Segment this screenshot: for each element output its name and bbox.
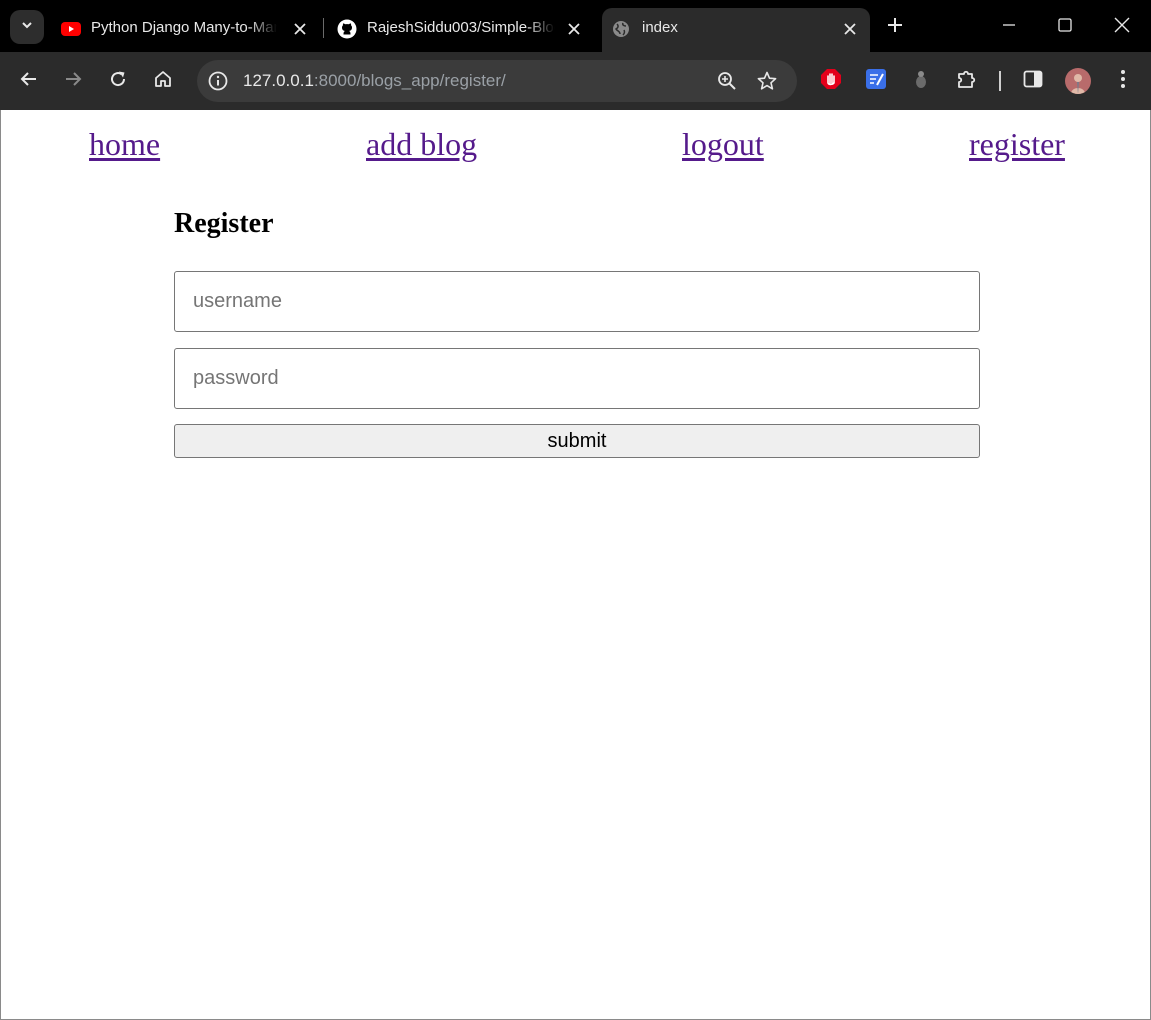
side-panel-icon xyxy=(1023,69,1043,94)
github-icon xyxy=(336,18,358,40)
puzzle-icon xyxy=(956,68,978,95)
url-host: 127.0.0.1 xyxy=(243,71,314,90)
maximize-button[interactable] xyxy=(1050,12,1080,42)
reload-button[interactable] xyxy=(103,66,133,96)
reload-icon xyxy=(109,70,127,93)
home-button[interactable] xyxy=(148,66,178,96)
tab-title: index xyxy=(642,19,678,36)
zoom-icon[interactable] xyxy=(715,69,739,93)
tab-title: Python Django Many-to-Many xyxy=(91,19,277,36)
url-path: :8000/blogs_app/register/ xyxy=(313,71,506,90)
browser-tab-active[interactable]: index xyxy=(602,8,870,52)
side-panel-button[interactable] xyxy=(1020,68,1046,94)
submit-button[interactable]: submit xyxy=(174,424,980,458)
tab-divider xyxy=(323,18,324,38)
nav-link-logout[interactable]: logout xyxy=(682,126,764,163)
browser-tab-youtube[interactable]: Python Django Many-to-Many xyxy=(52,8,320,52)
forward-button[interactable] xyxy=(58,66,88,96)
avatar[interactable] xyxy=(1065,68,1091,94)
stop-hand-icon xyxy=(820,68,842,95)
username-input[interactable] xyxy=(174,271,980,332)
browser-toolbar: 127.0.0.1:8000/blogs_app/register/ xyxy=(0,52,1151,110)
docs-extension-button[interactable] xyxy=(863,68,889,94)
nav-link-register[interactable]: register xyxy=(969,126,1065,163)
close-icon xyxy=(1114,17,1130,38)
page-content: home add blog logout register Register s… xyxy=(0,110,1151,1020)
password-input[interactable] xyxy=(174,348,980,409)
close-icon[interactable] xyxy=(840,19,860,39)
plus-icon xyxy=(887,17,903,38)
arrow-left-icon xyxy=(20,70,38,93)
minimize-button[interactable] xyxy=(994,12,1024,42)
browser-tab-github[interactable]: RajeshSiddu003/Simple-Blog xyxy=(328,8,594,52)
back-button[interactable] xyxy=(14,66,44,96)
document-edit-icon xyxy=(865,68,887,95)
more-vertical-icon xyxy=(1120,69,1126,94)
minimize-icon xyxy=(1002,18,1016,37)
tab-title: RajeshSiddu003/Simple-Blog xyxy=(367,19,555,36)
browser-menu-button[interactable] xyxy=(1110,68,1136,94)
home-icon xyxy=(154,70,172,93)
extensions-menu-button[interactable] xyxy=(954,68,980,94)
url-text[interactable]: 127.0.0.1:8000/blogs_app/register/ xyxy=(243,71,506,91)
tab-strip: Python Django Many-to-Many RajeshSiddu00… xyxy=(0,0,1151,52)
bug-icon xyxy=(912,68,930,95)
close-window-button[interactable] xyxy=(1107,12,1137,42)
page-title: Register xyxy=(174,208,274,239)
toolbar-divider xyxy=(999,71,1001,91)
address-bar[interactable]: 127.0.0.1:8000/blogs_app/register/ xyxy=(197,60,797,102)
new-tab-button[interactable] xyxy=(882,14,908,40)
nav-link-add-blog[interactable]: add blog xyxy=(366,126,477,163)
maximize-icon xyxy=(1058,17,1072,37)
nav-link-home[interactable]: home xyxy=(89,126,160,163)
arrow-right-icon xyxy=(64,70,82,93)
site-info-icon[interactable] xyxy=(206,69,230,93)
globe-icon xyxy=(610,18,632,40)
extension-button[interactable] xyxy=(908,68,934,94)
youtube-icon xyxy=(60,18,82,40)
adblock-extension-button[interactable] xyxy=(818,68,844,94)
chevron-down-icon xyxy=(20,18,34,37)
bookmark-star-icon[interactable] xyxy=(755,69,779,93)
tab-search-button[interactable] xyxy=(10,10,44,44)
close-icon[interactable] xyxy=(290,19,310,39)
close-icon[interactable] xyxy=(564,19,584,39)
